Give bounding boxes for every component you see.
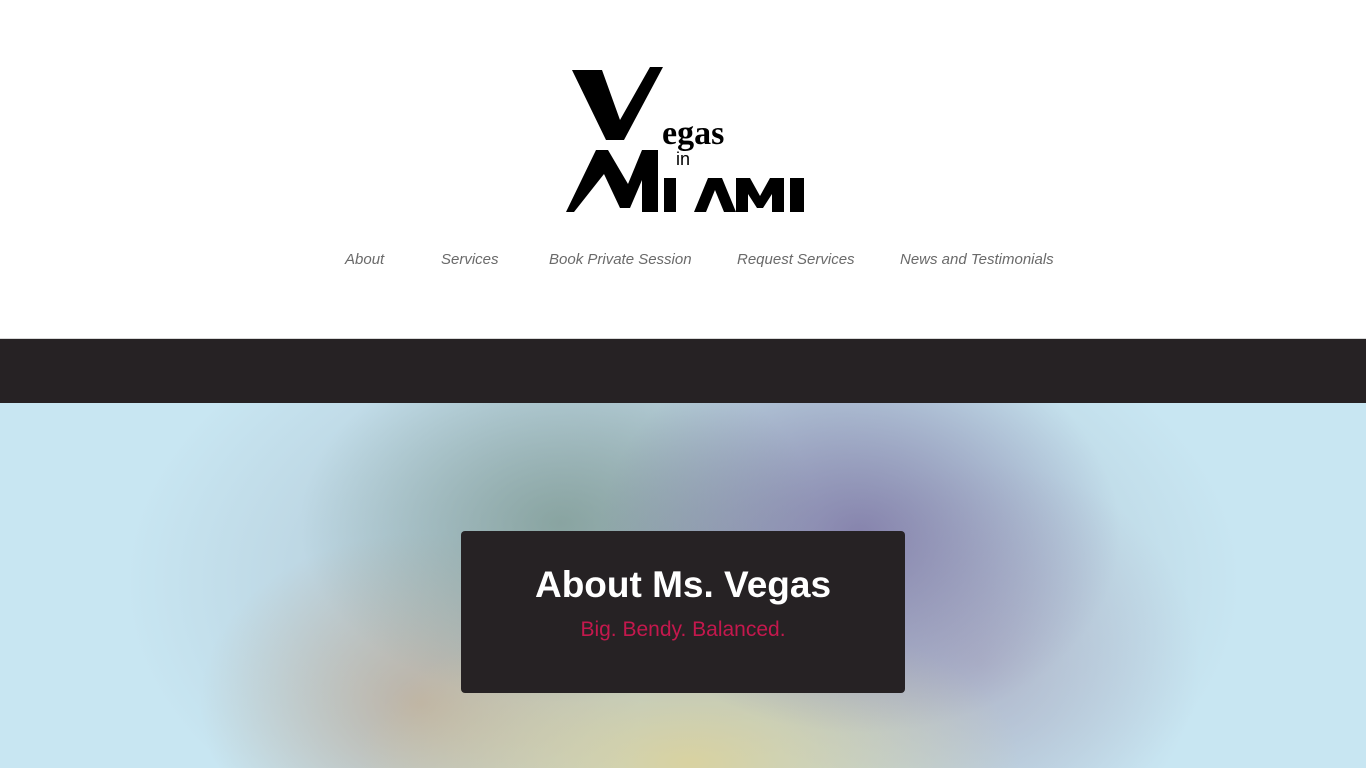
- nav-item-book-private-session[interactable]: Book Private Session: [549, 248, 692, 272]
- page-title: About Ms. Vegas: [534, 564, 832, 605]
- nav-item-request-services[interactable]: Request Services: [737, 248, 855, 272]
- svg-text:in: in: [676, 149, 690, 169]
- nav-item-services[interactable]: Services: [441, 248, 499, 272]
- site-logo[interactable]: egas in: [560, 62, 810, 218]
- site-header: egas in About Services Book Private Sess…: [0, 0, 1366, 339]
- nav-item-about[interactable]: About: [345, 248, 384, 272]
- svg-text:egas: egas: [662, 115, 724, 152]
- hero-title-box: About Ms. Vegas Big. Bendy. Balanced.: [461, 531, 905, 693]
- page-tagline: Big. Bendy. Balanced.: [580, 618, 786, 641]
- nav-item-news-and-testimonials[interactable]: News and Testimonials: [900, 248, 1054, 272]
- dark-band: [0, 339, 1366, 403]
- main-nav: About Services Book Private Session Requ…: [0, 248, 1366, 274]
- hero-banner: About Ms. Vegas Big. Bendy. Balanced.: [0, 403, 1366, 768]
